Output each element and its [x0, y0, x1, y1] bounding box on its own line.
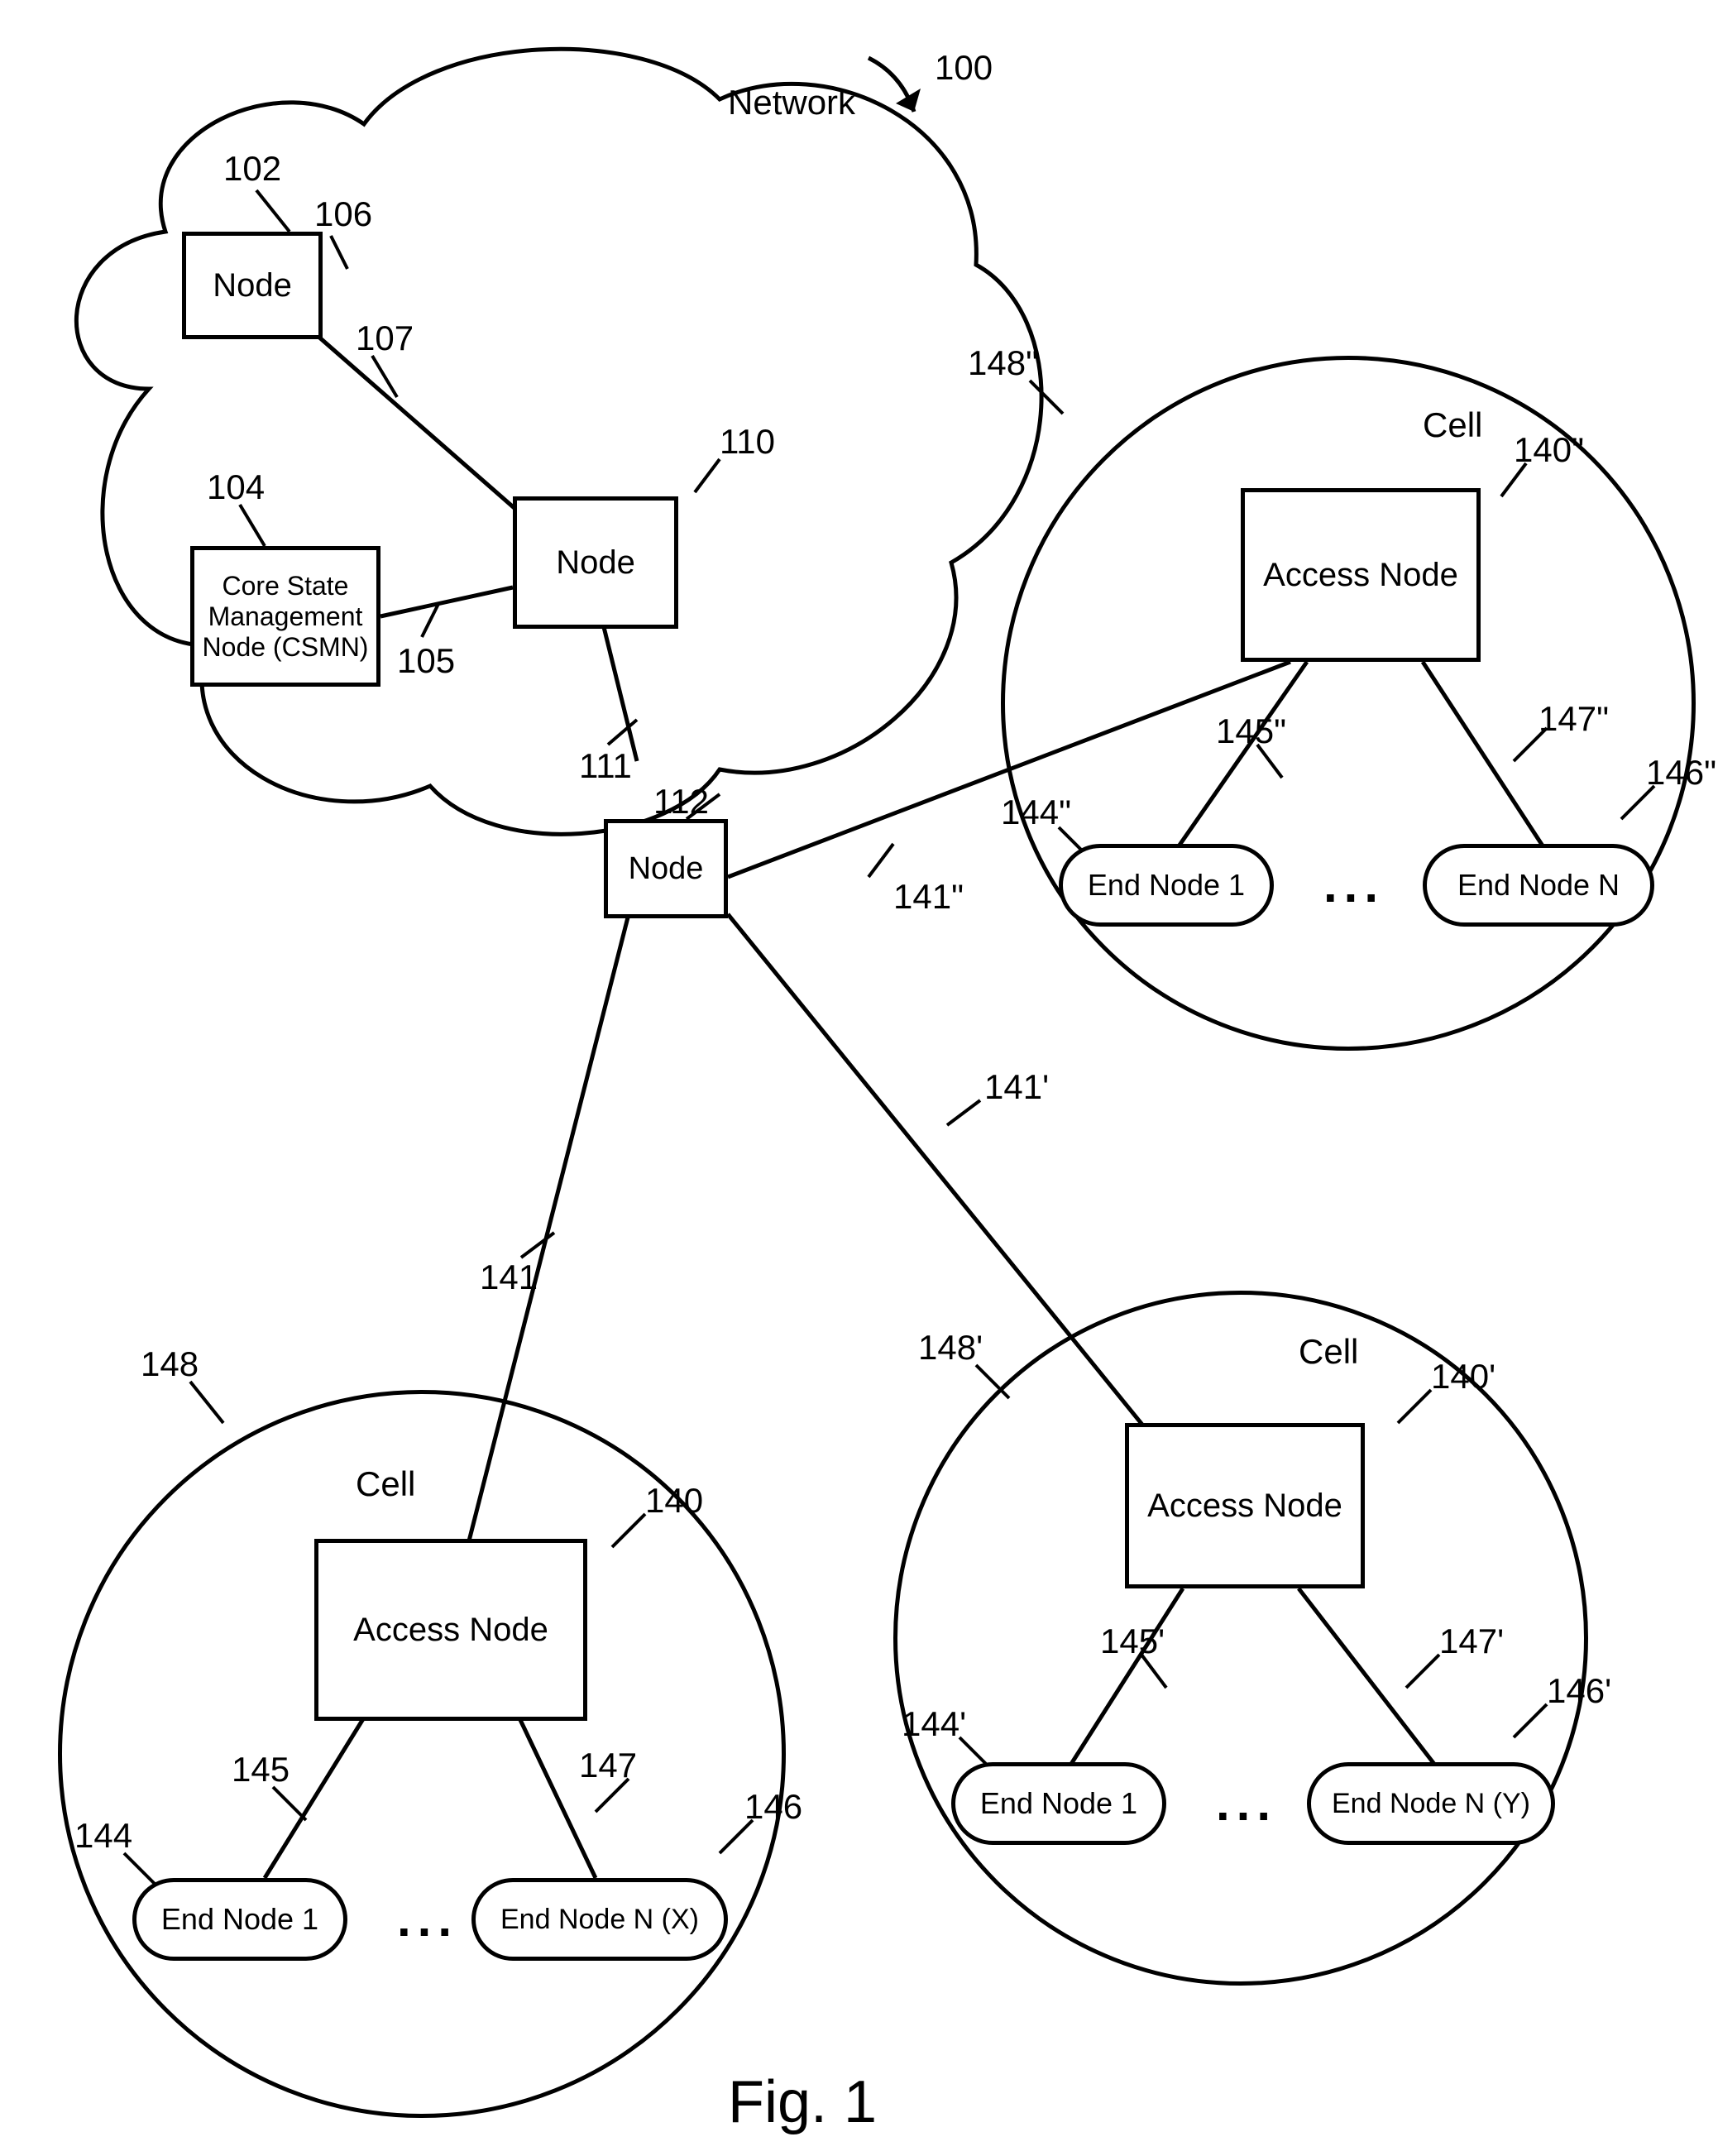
access-node-148pp: Access Node — [1241, 488, 1481, 662]
ref-100: 100 — [935, 48, 993, 88]
access-node-148p: Access Node — [1125, 1423, 1365, 1588]
diagram-canvas: Network Node Node Core State Management … — [0, 0, 1718, 2156]
ref-104: 104 — [207, 467, 265, 507]
end-node-1-148p: End Node 1 — [951, 1762, 1166, 1845]
ref-147: 147 — [579, 1746, 637, 1785]
ref-107: 107 — [356, 319, 414, 358]
end-node-n-148p: End Node N (Y) — [1307, 1762, 1555, 1845]
cell-148-label: Cell — [356, 1464, 415, 1504]
ref-148p: 148' — [918, 1328, 983, 1368]
ref-140: 140 — [645, 1481, 703, 1521]
ref-106: 106 — [314, 194, 372, 234]
ref-102: 102 — [223, 149, 281, 189]
ref-144: 144 — [74, 1816, 132, 1856]
ref-146pp: 146" — [1646, 753, 1716, 793]
ref-144pp: 144" — [1001, 793, 1071, 832]
ref-146: 146 — [744, 1787, 802, 1827]
ref-144p: 144' — [902, 1704, 966, 1744]
ref-141: 141 — [480, 1258, 538, 1297]
access-node-148: Access Node — [314, 1539, 587, 1721]
node-112: Node — [604, 819, 728, 918]
ref-105: 105 — [397, 641, 455, 681]
ellipsis-148pp: ... — [1323, 856, 1385, 913]
end-node-1-148pp: End Node 1 — [1059, 844, 1274, 927]
ref-148pp: 148" — [968, 343, 1038, 383]
ref-110: 110 — [720, 422, 775, 462]
figure-caption: Fig. 1 — [728, 2068, 877, 2136]
ref-140pp: 140" — [1514, 430, 1584, 470]
ref-147pp: 147" — [1539, 699, 1609, 739]
ref-147p: 147' — [1439, 1622, 1504, 1661]
ref-145p: 145' — [1100, 1622, 1165, 1661]
ref-146p: 146' — [1547, 1671, 1611, 1711]
node-106: Node — [182, 232, 323, 339]
end-node-n-148pp: End Node N — [1423, 844, 1654, 927]
ref-145pp: 145" — [1216, 711, 1286, 751]
ref-141p: 141' — [984, 1067, 1049, 1107]
network-label: Network — [728, 83, 855, 122]
ref-111: 111 — [579, 746, 632, 786]
ref-112: 112 — [653, 782, 709, 822]
ref-140p: 140' — [1431, 1357, 1495, 1397]
cell-148pp-label: Cell — [1423, 405, 1482, 445]
ref-148: 148 — [141, 1344, 199, 1384]
node-110: Node — [513, 496, 678, 629]
cell-148p-label: Cell — [1299, 1332, 1358, 1372]
ellipsis-148p: ... — [1216, 1775, 1277, 1832]
ref-141pp: 141" — [893, 877, 964, 917]
ellipsis-148: ... — [397, 1890, 458, 1948]
csmn-node: Core State Management Node (CSMN) — [190, 546, 380, 687]
ref-145: 145 — [232, 1750, 290, 1789]
end-node-n-148: End Node N (X) — [471, 1878, 728, 1961]
end-node-1-148: End Node 1 — [132, 1878, 347, 1961]
